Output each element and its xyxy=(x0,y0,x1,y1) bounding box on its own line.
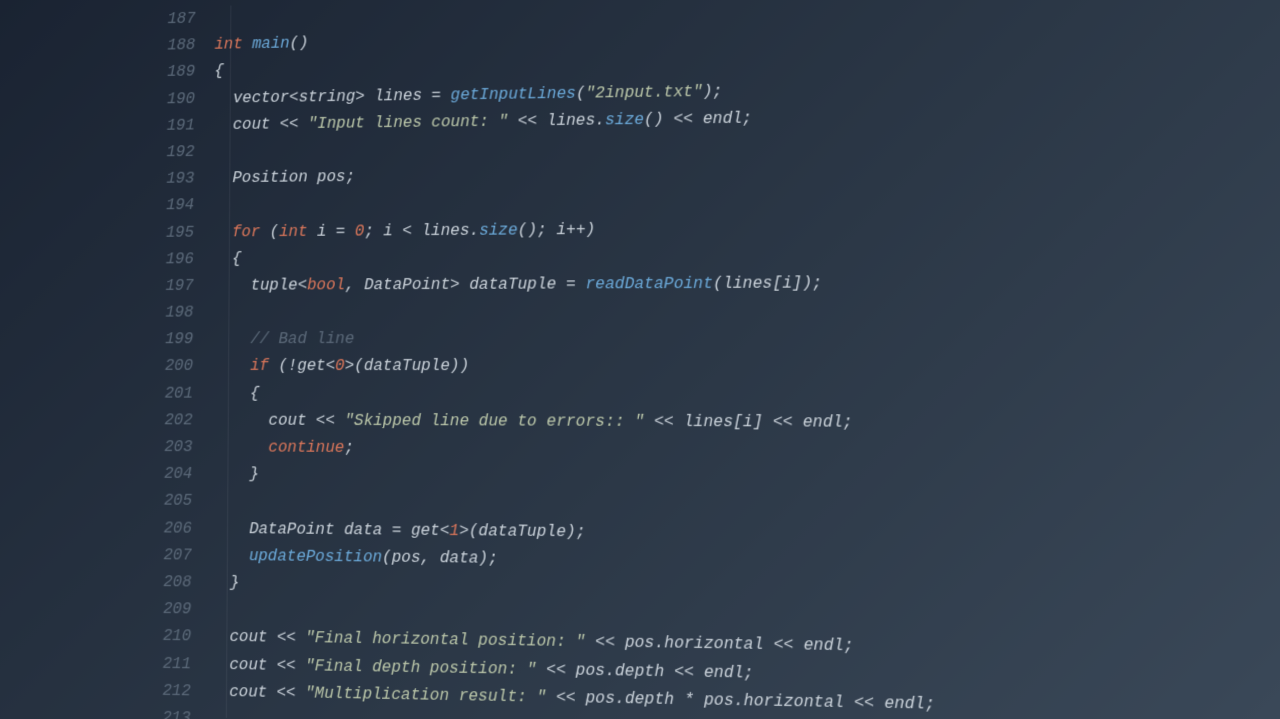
token-plain: << lines[i] << endl; xyxy=(644,413,853,432)
token-plain: cout << xyxy=(210,682,305,702)
line-number: 208 xyxy=(7,567,211,596)
token-str: "Final depth position: " xyxy=(305,657,536,679)
code-line[interactable]: 201 { xyxy=(9,380,1280,410)
token-plain: >(dataTuple)) xyxy=(345,357,470,375)
token-kw-ctrl: if xyxy=(250,357,269,375)
code-line[interactable]: 199 // Bad line xyxy=(10,325,1280,354)
token-plain xyxy=(213,330,251,348)
line-number: 204 xyxy=(8,460,212,488)
token-plain: () << endl; xyxy=(644,109,752,128)
token-str: "Final horizontal position: " xyxy=(305,629,585,651)
token-plain: cout << xyxy=(214,115,308,134)
line-number: 190 xyxy=(12,86,214,115)
line-number: 188 xyxy=(13,32,215,62)
token-plain: i = xyxy=(307,222,354,240)
line-number: 207 xyxy=(8,541,212,570)
token-fn: main xyxy=(252,35,290,53)
line-number: 189 xyxy=(12,59,214,89)
line-number: 191 xyxy=(12,112,214,141)
token-plain: tuple< xyxy=(213,276,307,294)
code-line[interactable]: 200 if (!get<0>(dataTuple)) xyxy=(9,353,1280,382)
token-fn: updatePosition xyxy=(249,547,382,566)
token-kw-ctrl: continue xyxy=(268,439,344,457)
token-plain: ); xyxy=(703,82,723,100)
token-plain: ; xyxy=(344,439,354,457)
token-plain xyxy=(212,357,250,375)
token-fn: size xyxy=(605,111,644,130)
token-num: 0 xyxy=(355,222,365,240)
line-number: 199 xyxy=(10,327,213,354)
code-content[interactable]: if (!get<0>(dataTuple)) xyxy=(212,353,1280,382)
code-content[interactable]: tuple<bool, DataPoint> dataTuple = readD… xyxy=(213,268,1280,300)
token-plain xyxy=(212,438,269,456)
line-number: 210 xyxy=(7,621,211,651)
line-number: 202 xyxy=(9,407,212,434)
line-number: 194 xyxy=(11,192,214,220)
line-number: 196 xyxy=(10,246,213,274)
line-number: 201 xyxy=(9,380,212,407)
token-fn: getInputLines xyxy=(451,84,576,104)
line-number: 197 xyxy=(10,273,213,301)
token-plain: << pos.depth * pos.horizontal << endl; xyxy=(546,688,935,713)
token-plain: (pos, data); xyxy=(382,548,498,567)
line-number: 211 xyxy=(6,648,210,678)
token-plain: { xyxy=(214,63,223,81)
token-plain: } xyxy=(211,574,239,592)
token-str: "Skipped line due to errors:: " xyxy=(344,412,644,431)
token-plain: (!get< xyxy=(269,357,335,375)
line-number: 209 xyxy=(7,594,211,624)
token-fn: readDataPoint xyxy=(585,275,712,294)
code-editor[interactable]: 187188int main()189{190 vector<string> l… xyxy=(6,0,1280,719)
token-plain: { xyxy=(213,250,241,268)
code-content[interactable] xyxy=(213,314,1280,317)
token-kw-type: int xyxy=(215,36,243,54)
token-cmt: // Bad line xyxy=(250,330,354,348)
token-plain: (lines[i]); xyxy=(713,274,822,293)
code-content[interactable]: { xyxy=(212,380,1280,410)
token-plain: { xyxy=(212,384,259,402)
line-number: 205 xyxy=(8,487,212,515)
token-str: "Multiplication result: " xyxy=(305,684,546,706)
token-plain: << lines. xyxy=(508,111,605,130)
token-plain: cout << xyxy=(211,628,306,647)
line-number: 212 xyxy=(6,675,210,706)
token-str: "2input.txt" xyxy=(586,82,703,102)
code-content[interactable]: // Bad line xyxy=(213,325,1280,354)
token-plain: () xyxy=(289,35,308,53)
token-kw-type: int xyxy=(279,222,307,240)
token-plain xyxy=(211,547,249,565)
line-number: 203 xyxy=(9,434,212,462)
line-number: 195 xyxy=(11,219,214,247)
code-content[interactable] xyxy=(214,144,1280,156)
line-number: 206 xyxy=(8,514,212,543)
code-line[interactable]: 198 xyxy=(10,296,1280,327)
token-kw-type: bool xyxy=(307,276,345,294)
line-number: 192 xyxy=(12,139,214,168)
token-plain: << pos.horizontal << endl; xyxy=(585,633,853,655)
token-plain: >(dataTuple); xyxy=(459,522,585,541)
line-number: 198 xyxy=(10,300,213,327)
token-kw-ctrl: for xyxy=(232,223,260,241)
line-number: 200 xyxy=(9,353,212,380)
line-number: 213 xyxy=(6,702,210,719)
token-plain: } xyxy=(212,465,259,483)
token-plain: ( xyxy=(260,223,279,241)
line-number: 193 xyxy=(11,166,214,195)
token-plain: , DataPoint> dataTuple = xyxy=(345,275,585,294)
code-content[interactable] xyxy=(214,200,1280,209)
token-plain: (); i++) xyxy=(518,220,596,239)
token-str: "Input lines count: " xyxy=(308,112,508,132)
token-plain: cout << xyxy=(212,411,344,429)
code-content[interactable] xyxy=(212,505,1280,514)
token-plain: ; i < lines. xyxy=(364,221,479,240)
line-number: 187 xyxy=(13,6,215,36)
token-plain: << pos.depth << endl; xyxy=(537,660,754,682)
token-num: 1 xyxy=(449,521,459,539)
token-plain: Position pos; xyxy=(214,168,355,187)
token-fn: size xyxy=(479,221,518,239)
code-line[interactable]: 197 tuple<bool, DataPoint> dataTuple = r… xyxy=(10,268,1280,301)
token-plain: DataPoint data = get< xyxy=(211,519,449,539)
token-plain: vector<string> lines = xyxy=(214,86,450,107)
token-plain: cout << xyxy=(210,655,305,675)
